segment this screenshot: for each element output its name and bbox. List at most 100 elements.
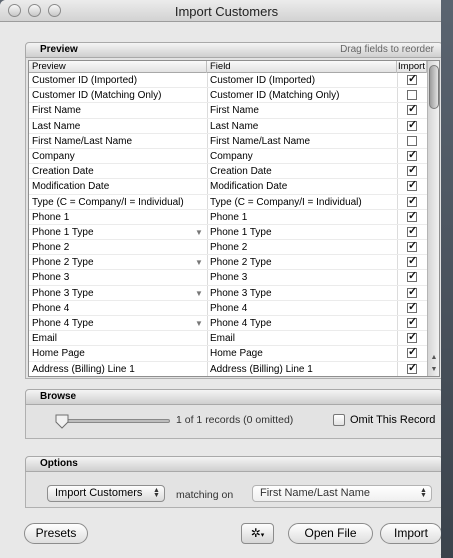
target-field-cell[interactable]: Customer ID (Imported) — [207, 73, 397, 88]
target-field-cell[interactable]: Phone 4 Type — [207, 316, 397, 331]
import-checkbox[interactable] — [407, 196, 417, 207]
source-field-cell: Phone 1 — [32, 211, 70, 223]
field-mapping-table[interactable]: Preview Field Import Customer ID (Import… — [28, 60, 440, 377]
target-field-cell[interactable]: Last Name — [207, 119, 397, 134]
table-row[interactable]: Phone 3 Phone 3 — [29, 270, 427, 286]
target-field-cell[interactable]: Phone 4 — [207, 301, 397, 316]
target-field-cell[interactable]: Customer ID (Matching Only) — [207, 88, 397, 103]
column-header-import[interactable]: Import — [397, 61, 427, 73]
scroll-down-arrow-icon[interactable]: ▼ — [428, 364, 439, 376]
table-row[interactable]: Creation Date Creation Date — [29, 164, 427, 180]
target-field-cell[interactable]: First Name — [207, 103, 397, 118]
scrollbar-thumb[interactable] — [429, 65, 439, 109]
target-field-cell[interactable]: Modification Date — [207, 179, 397, 194]
table-row[interactable]: Customer ID (Matching Only) Customer ID (… — [29, 88, 427, 104]
window-title: Import Customers — [174, 4, 279, 19]
table-row[interactable]: Phone 4 Type ▼ Phone 4 Type — [29, 316, 427, 332]
import-checkbox[interactable] — [407, 333, 417, 344]
target-field-cell[interactable]: Phone 1 — [207, 210, 397, 225]
import-checkbox[interactable] — [407, 181, 417, 192]
import-checkbox[interactable] — [407, 150, 417, 161]
table-row[interactable]: Modification Date Modification Date — [29, 179, 427, 195]
table-row[interactable]: First Name/Last Name First Name/Last Name — [29, 133, 427, 149]
source-field-cell: First Name/Last Name — [32, 135, 133, 147]
source-field-cell: Type (C = Company/I = Individual) — [32, 196, 184, 208]
import-checkbox[interactable] — [407, 302, 417, 313]
column-divider — [207, 255, 208, 270]
column-header-preview[interactable]: Preview — [29, 61, 207, 73]
column-divider — [207, 103, 208, 118]
value-menu-icon[interactable]: ▼ — [195, 255, 203, 270]
target-field-cell[interactable]: Creation Date — [207, 164, 397, 179]
import-mode-popup[interactable]: Import Customers ▲ ▼ — [47, 485, 165, 502]
action-gear-button[interactable]: ✲▾ — [241, 523, 274, 544]
target-field-cell[interactable]: Phone 2 Type — [207, 255, 397, 270]
omit-record-checkbox[interactable] — [333, 414, 345, 426]
scroll-up-arrow-icon[interactable]: ▲ — [428, 352, 439, 364]
table-row[interactable]: Phone 4 Phone 4 — [29, 300, 427, 316]
target-field-cell[interactable]: Phone 1 Type — [207, 225, 397, 240]
column-divider — [207, 118, 208, 133]
target-field-cell[interactable]: Home Page — [207, 346, 397, 361]
import-checkbox[interactable] — [407, 242, 417, 253]
table-row[interactable]: Home Page Home Page — [29, 346, 427, 362]
table-scrollbar[interactable]: ▲ ▼ — [427, 61, 439, 376]
record-slider-knob[interactable] — [54, 413, 70, 429]
table-row[interactable]: First Name First Name — [29, 103, 427, 119]
import-checkbox[interactable] — [407, 75, 417, 85]
target-field-cell[interactable]: Type (C = Company/I = Individual) — [207, 195, 397, 210]
target-field-cell[interactable]: Phone 2 — [207, 240, 397, 255]
target-field-cell[interactable]: Address (Billing) Line 1 — [207, 362, 397, 376]
target-field-cell[interactable]: First Name/Last Name — [207, 134, 397, 149]
import-checkbox[interactable] — [407, 135, 417, 146]
table-row[interactable]: Address (Billing) Line 1 Address (Billing… — [29, 361, 427, 376]
column-divider — [397, 285, 398, 300]
source-field-cell: Phone 2 — [32, 242, 70, 254]
value-menu-icon[interactable]: ▼ — [195, 286, 203, 301]
import-checkbox[interactable] — [407, 166, 417, 177]
table-row[interactable]: Last Name Last Name — [29, 118, 427, 134]
import-checkbox[interactable] — [407, 105, 417, 116]
import-checkbox[interactable] — [407, 287, 417, 298]
table-row[interactable]: Phone 1 Phone 1 — [29, 209, 427, 225]
column-header-field[interactable]: Field — [207, 61, 397, 73]
target-field-cell[interactable]: Company — [207, 149, 397, 164]
column-divider — [207, 164, 208, 179]
table-row[interactable]: Phone 3 Type ▼ Phone 3 Type — [29, 285, 427, 301]
import-checkbox[interactable] — [407, 257, 417, 268]
import-button[interactable]: Import — [380, 523, 442, 544]
source-field-cell: Phone 1 Type — [32, 226, 94, 238]
match-field-popup[interactable]: First Name/Last Name ▲ ▼ — [252, 485, 432, 502]
table-row[interactable]: Phone 2 Phone 2 — [29, 240, 427, 256]
import-checkbox[interactable] — [407, 318, 417, 328]
import-toggle-cell — [397, 149, 427, 164]
target-field-cell[interactable]: Phone 3 Type — [207, 286, 397, 301]
popup-stepper-icon: ▲ ▼ — [153, 487, 160, 499]
import-toggle-cell — [397, 270, 427, 285]
import-checkbox[interactable] — [407, 363, 417, 374]
table-row[interactable]: Phone 1 Type ▼ Phone 1 Type — [29, 224, 427, 241]
source-field-cell: Company — [32, 150, 75, 162]
open-file-button[interactable]: Open File — [288, 523, 373, 544]
import-checkbox[interactable] — [407, 348, 417, 359]
presets-button[interactable]: Presets — [24, 523, 88, 544]
import-checkbox[interactable] — [407, 90, 417, 101]
value-menu-icon[interactable]: ▼ — [195, 316, 203, 331]
table-row[interactable]: Customer ID (Imported) Customer ID (Impor… — [29, 73, 427, 89]
source-field-cell: Modification Date — [32, 181, 110, 193]
import-checkbox[interactable] — [407, 272, 417, 283]
import-checkbox[interactable] — [407, 226, 417, 237]
source-field-cell: First Name — [32, 105, 81, 117]
import-checkbox[interactable] — [407, 211, 417, 222]
table-row[interactable]: Company Company — [29, 148, 427, 165]
import-checkbox[interactable] — [407, 120, 417, 131]
table-row[interactable]: Phone 2 Type ▼ Phone 2 Type — [29, 255, 427, 271]
value-menu-icon[interactable]: ▼ — [195, 225, 203, 240]
target-field-cell[interactable]: Email — [207, 331, 397, 346]
target-field-cell[interactable]: Phone 3 — [207, 270, 397, 285]
record-slider-track[interactable] — [58, 419, 170, 423]
preview-group-title: Preview — [40, 44, 78, 55]
table-row[interactable]: Email Email — [29, 331, 427, 347]
table-row[interactable]: Type (C = Company/I = Individual) Type (C… — [29, 194, 427, 210]
omit-record-label[interactable]: Omit This Record — [350, 414, 435, 426]
